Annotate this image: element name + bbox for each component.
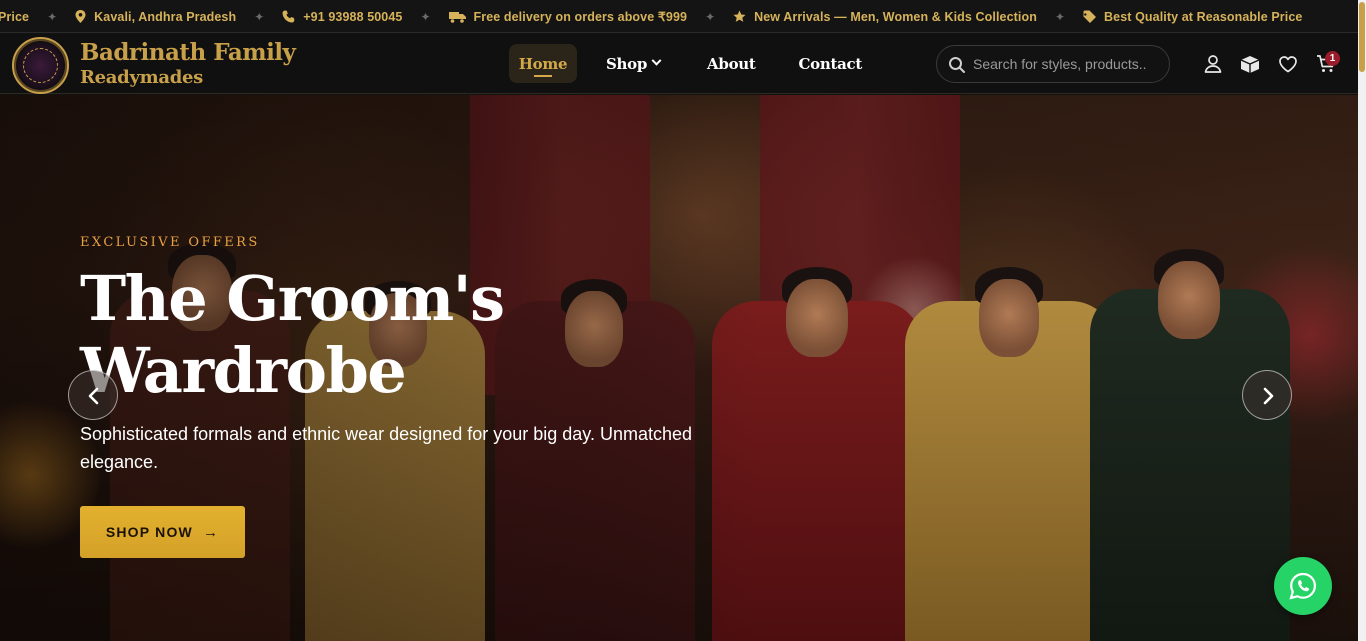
- ticker-separator: ✦: [705, 9, 716, 24]
- ticker-item: Free delivery on orders above ₹999: [448, 9, 688, 24]
- whatsapp-icon: [1289, 572, 1317, 600]
- location-pin-icon: [75, 10, 86, 23]
- page-scrollbar[interactable]: [1358, 0, 1366, 641]
- model-figure: [905, 181, 1115, 641]
- search-icon[interactable]: [948, 56, 966, 74]
- announcement-ticker: Price ✦ Kavali, Andhra Pradesh ✦ +91 939…: [0, 0, 1358, 33]
- heart-icon[interactable]: [1277, 53, 1299, 75]
- hero-eyebrow: EXCLUSIVE OFFERS: [80, 235, 260, 250]
- user-icon[interactable]: [1202, 53, 1224, 75]
- arrow-right-icon: →: [202, 523, 220, 541]
- search-input[interactable]: [973, 54, 1163, 74]
- ticker-track: Price ✦ Kavali, Andhra Pradesh ✦ +91 939…: [0, 0, 1302, 32]
- cart-count-badge: 1: [1325, 51, 1340, 66]
- ticker-text: New Arrivals — Men, Women & Kids Collect…: [754, 9, 1037, 24]
- main-nav: Home Shop About Contact: [509, 44, 862, 83]
- truck-icon: [448, 11, 466, 23]
- star-icon: [733, 10, 746, 22]
- phone-icon: [282, 10, 295, 23]
- ticker-text: Best Quality at Reasonable Price: [1104, 9, 1303, 24]
- logo-ring: [23, 48, 58, 83]
- chevron-left-icon: [88, 387, 99, 405]
- ticker-item: Kavali, Andhra Pradesh: [75, 10, 236, 24]
- ticker-item: Best Quality at Reasonable Price: [1083, 10, 1302, 24]
- carousel-next-button[interactable]: [1242, 370, 1292, 420]
- nav-about[interactable]: About: [707, 44, 756, 83]
- ticker-separator: ✦: [1054, 9, 1066, 24]
- brand-tagline[interactable]: Readymades: [80, 67, 203, 88]
- ticker-item: +91 93988 50045: [282, 10, 402, 24]
- whatsapp-chat-button[interactable]: [1274, 557, 1332, 615]
- ticker-text: Kavali, Andhra Pradesh: [94, 9, 237, 24]
- ticker-item: Price: [0, 10, 29, 24]
- brand-logo[interactable]: [12, 37, 69, 94]
- ticker-text: +91 93988 50045: [303, 9, 403, 24]
- nav-home[interactable]: Home: [509, 44, 577, 83]
- ticker-text: Free delivery on orders above ₹999: [473, 10, 688, 24]
- ticker-separator: ✦: [47, 9, 58, 24]
- hero-subtitle: Sophisticated formals and ethnic wear de…: [80, 424, 693, 472]
- carousel-prev-button[interactable]: [68, 370, 118, 420]
- shop-now-button[interactable]: SHOP NOW →: [80, 506, 245, 558]
- package-icon[interactable]: [1239, 53, 1261, 75]
- ticker-separator: ✦: [254, 9, 265, 24]
- search-box: [936, 45, 1170, 83]
- tag-icon: [1083, 10, 1097, 23]
- site-header: Badrinath Family Readymades Home Shop Ab…: [0, 34, 1358, 94]
- brand-name[interactable]: Badrinath Family: [80, 39, 296, 66]
- chevron-down-icon: [651, 55, 662, 66]
- nav-shop[interactable]: Shop: [606, 44, 662, 83]
- ticker-separator: ✦: [420, 9, 431, 24]
- hero-banner: EXCLUSIVE OFFERS The Groom's Wardrobe So…: [0, 95, 1358, 641]
- ticker-text: Price: [0, 9, 30, 24]
- chevron-right-icon: [1263, 387, 1274, 405]
- ticker-item: New Arrivals — Men, Women & Kids Collect…: [733, 10, 1037, 24]
- nav-shop-label: Shop: [606, 54, 648, 73]
- scrollbar-thumb[interactable]: [1359, 2, 1365, 72]
- nav-contact[interactable]: Contact: [799, 44, 863, 83]
- shop-now-label: SHOP NOW: [105, 524, 193, 540]
- hero-title: The Groom's Wardrobe: [80, 262, 505, 407]
